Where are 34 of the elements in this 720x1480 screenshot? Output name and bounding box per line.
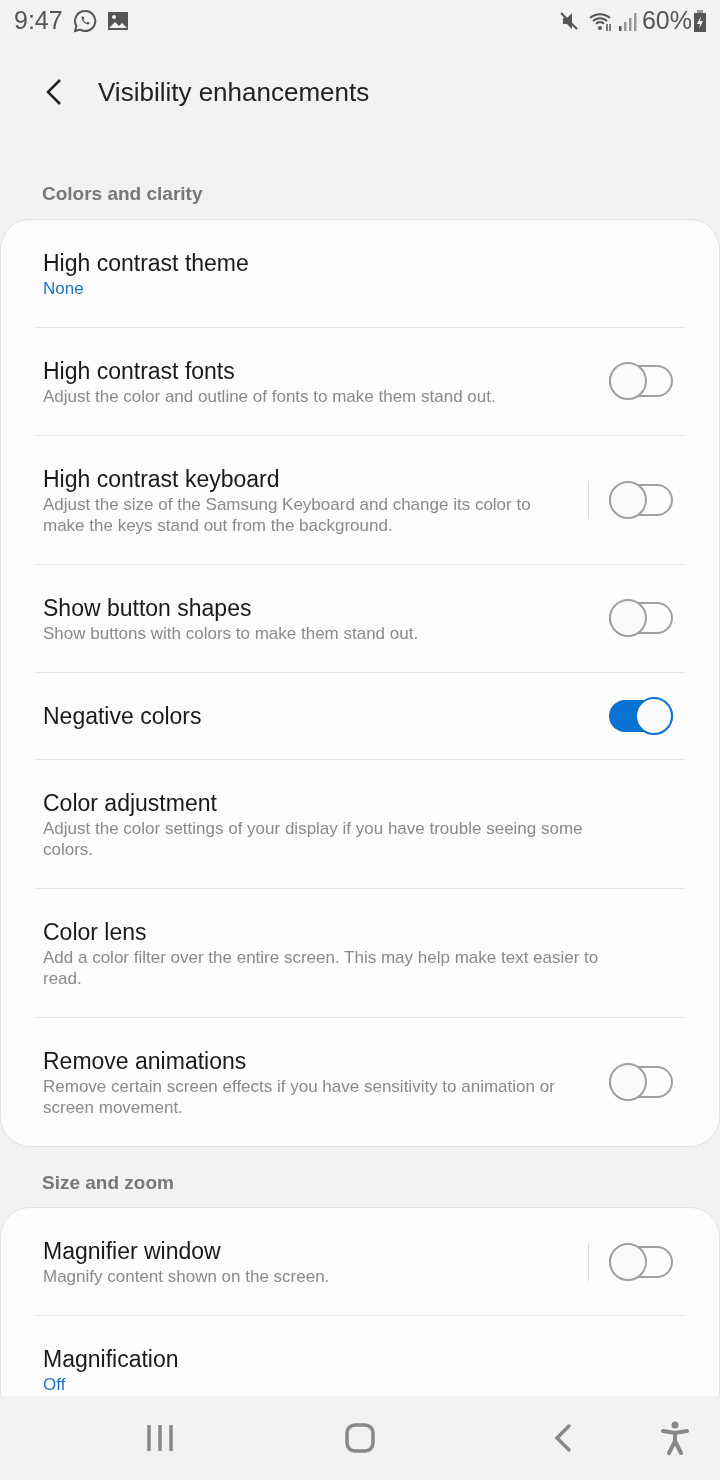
item-description: Adjust the size of the Samsung Keyboard and change its color to make the keys stand out from the background. (43, 493, 532, 536)
settings-item[interactable]: High contrast fonts Adjust the color and outline of fonts to make them stand out. (1, 327, 719, 435)
settings-item[interactable]: High contrast theme None (1, 219, 719, 327)
item-title: High contrast theme (43, 248, 250, 278)
item-description: Adjust the color and outline of fonts to make them stand out. (43, 385, 497, 407)
item-title: Color adjustment (43, 788, 218, 818)
item-description: Remove certain screen effects if you have sensitivity to animation or screen movement. (43, 1075, 556, 1118)
page-title: Visibility enhancements (98, 75, 370, 109)
settings-item[interactable]: Color adjustment Adjust the color settings of your display if you have trouble seeing some colors. (1, 759, 719, 888)
item-description: Adjust the color settings of your display if you have trouble seeing some colors. (43, 817, 584, 860)
item-description: Show buttons with colors to make them stand out. (43, 622, 420, 644)
item-title: High contrast keyboard (43, 464, 281, 494)
settings-item[interactable]: Negative colors (1, 672, 719, 759)
item-title: High contrast fonts (43, 356, 236, 386)
item-description: Magnify content shown on the screen. (43, 1266, 331, 1287)
settings-item[interactable]: Show button shapes Show buttons with colors to make them stand out. (1, 564, 719, 672)
status-time: 9:47 (14, 5, 63, 37)
item-title: Color lens (43, 917, 148, 947)
item-value: Off (43, 1374, 67, 1395)
item-title: Remove animations (43, 1046, 248, 1076)
settings-item[interactable]: Magnification Off (1, 1316, 719, 1396)
section-header: Size and zoom (41, 1170, 175, 1195)
battery-percent: 60% (641, 5, 692, 37)
settings-item[interactable]: Magnifier window Magnify content shown on the screen. (1, 1208, 719, 1315)
settings-item[interactable]: Remove animations Remove certain screen effects if you have sensitivity to animation or screen movement. (1, 1017, 719, 1146)
settings-item[interactable]: Color lens Add a color filter over the entire screen. This may help make text easier to read. (1, 888, 719, 1017)
item-title: Magnification (43, 1345, 180, 1374)
item-value: None (43, 277, 85, 299)
settings-item[interactable]: High contrast keyboard Adjust the size of the Samsung Keyboard and change its color to make the keys stand out from the background. (1, 435, 719, 564)
section-header: Colors and clarity (41, 182, 204, 206)
item-title: Show button shapes (43, 593, 253, 623)
item-title: Magnifier window (43, 1237, 222, 1266)
item-description: Add a color filter over the entire screen. This may help make text easier to read. (43, 946, 600, 989)
item-title: Negative colors (43, 701, 203, 731)
